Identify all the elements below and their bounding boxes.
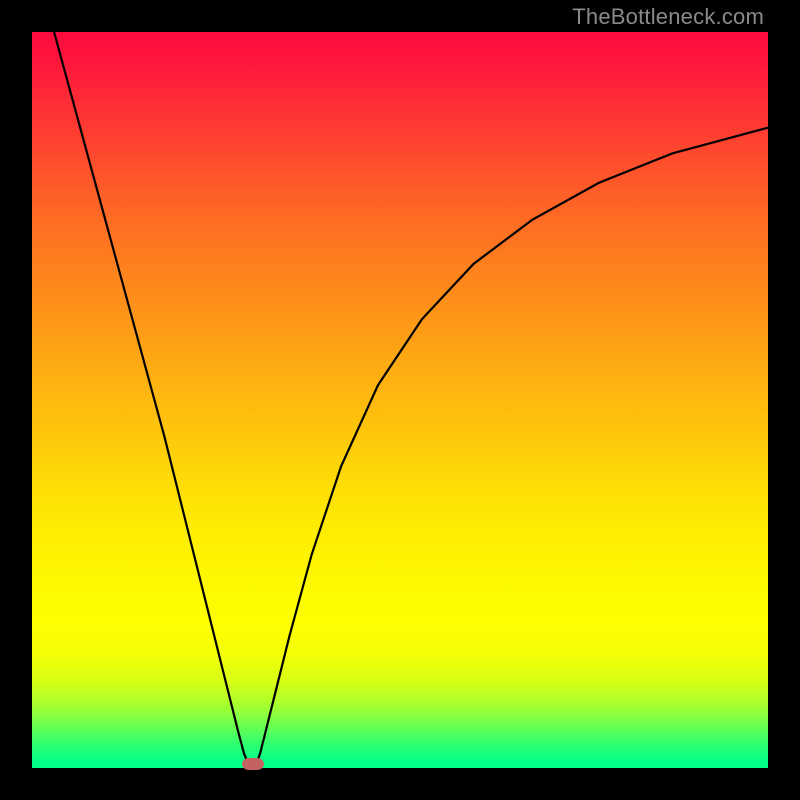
plot-area bbox=[32, 32, 768, 768]
curve-right-branch bbox=[256, 128, 768, 766]
optimal-point-marker bbox=[242, 758, 264, 770]
bottleneck-curve bbox=[32, 32, 768, 768]
chart-frame: TheBottleneck.com bbox=[0, 0, 800, 800]
curve-left-branch bbox=[54, 32, 250, 766]
watermark-text: TheBottleneck.com bbox=[572, 4, 764, 30]
